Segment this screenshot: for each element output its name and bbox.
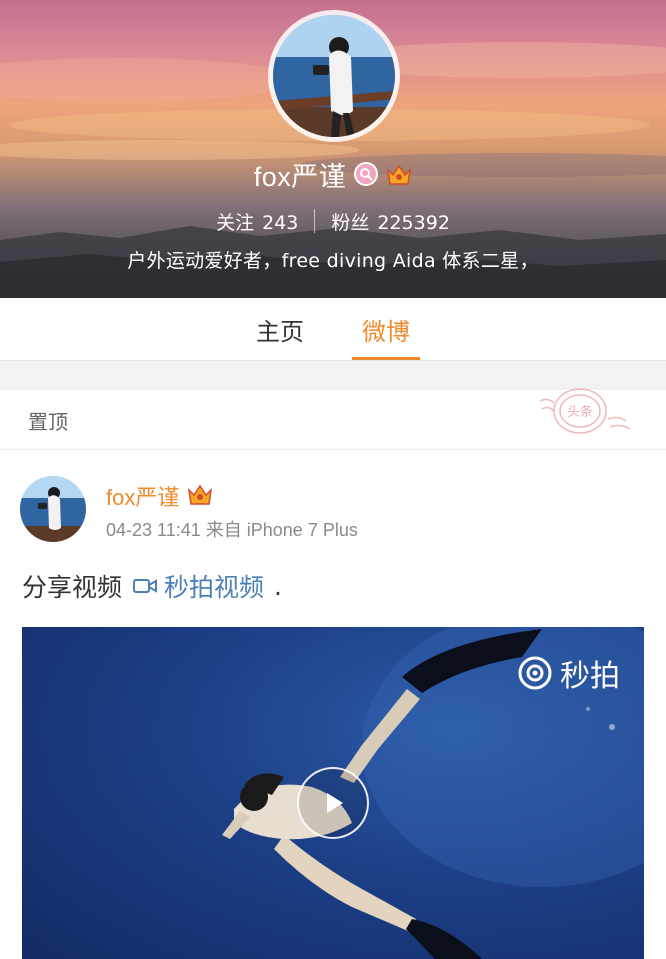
username-row: fox严谨 — [0, 155, 666, 193]
post-source: 来自 iPhone 7 Plus — [205, 520, 358, 540]
post-meta: 04-23 11:41 来自 iPhone 7 Plus — [106, 516, 358, 542]
following-label: 关注 — [216, 211, 255, 234]
profile-avatar[interactable] — [268, 10, 400, 142]
stamp-text: 头条 — [567, 404, 593, 420]
stats-divider — [314, 209, 316, 233]
profile-header: fox严谨 关注 243 粉丝 225392 户外运动爱好者，free diving… — [0, 0, 666, 298]
miaopai-logo-icon — [518, 656, 552, 690]
post-trailing: . — [274, 571, 282, 601]
play-button[interactable] — [297, 767, 369, 839]
verified-badge-icon[interactable] — [354, 162, 379, 186]
pinned-label: 置顶 — [28, 410, 68, 434]
tab-weibo[interactable]: 微博 — [352, 298, 420, 360]
avatar-photo — [273, 15, 395, 137]
video-camera-icon — [133, 579, 158, 593]
followers-stat[interactable]: 粉丝 225392 — [331, 208, 450, 235]
vip-crown-icon — [187, 482, 213, 510]
post-body: 分享视频 秒拍视频 . — [22, 568, 282, 604]
video-player[interactable]: 秒拍 — [22, 627, 644, 959]
video-link[interactable]: 秒拍视频 — [132, 568, 264, 604]
profile-username[interactable]: fox严谨 — [254, 155, 347, 194]
post-timestamp: 04-23 11:41 — [106, 520, 201, 540]
profile-bio: 户外运动爱好者，free diving Aida 体系二星， — [127, 250, 539, 272]
play-icon — [327, 793, 343, 813]
tab-home[interactable]: 主页 — [250, 298, 310, 360]
followers-label: 粉丝 — [331, 211, 370, 234]
followers-count: 225392 — [377, 211, 450, 234]
post-author-row: fox严谨 — [106, 480, 213, 512]
post-author-avatar[interactable] — [20, 476, 86, 542]
author-avatar-photo — [20, 476, 86, 542]
post-author-name[interactable]: fox严谨 — [106, 480, 179, 512]
miaopai-label: 秒拍 — [560, 659, 620, 694]
profile-tabs: 主页 微博 — [0, 298, 666, 360]
vip-crown-icon[interactable] — [386, 162, 412, 186]
following-stat[interactable]: 关注 243 — [216, 208, 298, 235]
miaopai-watermark: 秒拍 — [516, 651, 620, 695]
video-link-text: 秒拍视频 — [164, 573, 265, 602]
following-count: 243 — [262, 211, 299, 234]
post-text: 分享视频 — [22, 573, 123, 602]
headline-stamp-icon: 头条 — [539, 388, 631, 434]
follow-stats: 关注 243 粉丝 225392 — [0, 207, 666, 235]
